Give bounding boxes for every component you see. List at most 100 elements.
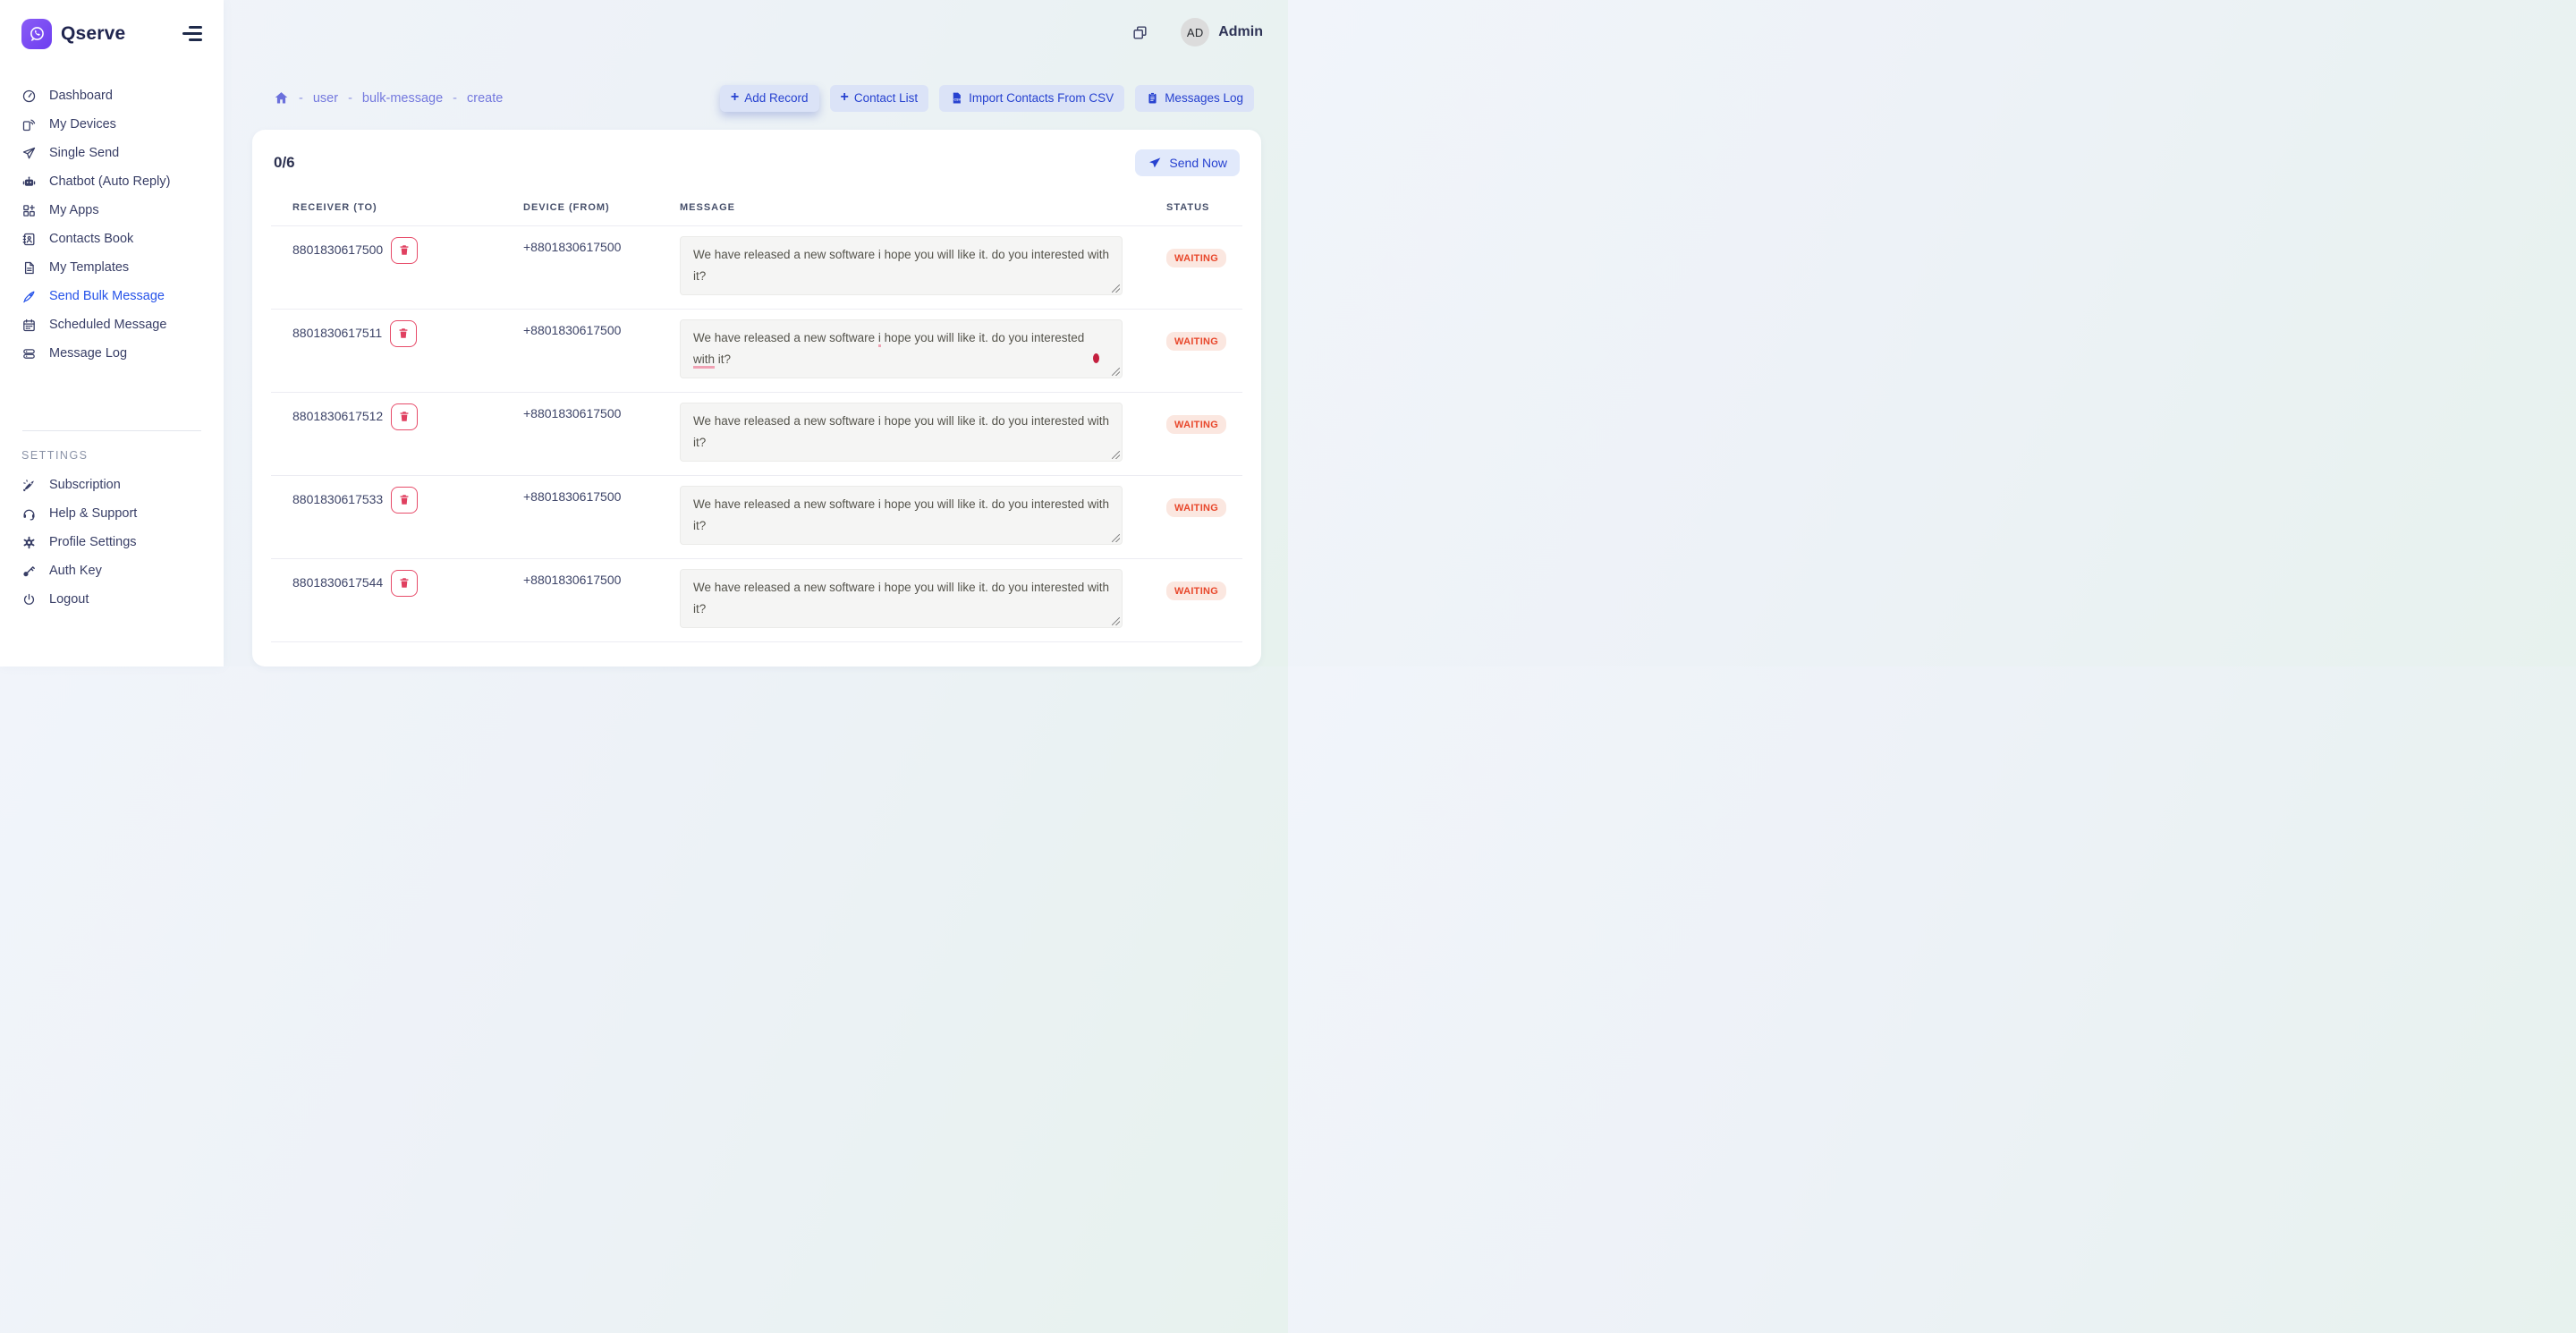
status-badge: WAITING [1166, 249, 1226, 267]
delete-row-button[interactable] [391, 487, 418, 514]
resize-grip[interactable] [1112, 617, 1120, 625]
sidebar-item-chatbot[interactable]: Chatbot (Auto Reply) [0, 167, 224, 196]
plus-icon: + [841, 90, 849, 105]
breadcrumb-bulk-message[interactable]: bulk-message [362, 91, 443, 106]
plus-icon: + [731, 90, 739, 105]
send-icon [1148, 156, 1162, 170]
resize-grip[interactable] [1112, 284, 1120, 293]
messages-log-button[interactable]: Messages Log [1135, 85, 1254, 112]
delete-row-button[interactable] [390, 320, 417, 347]
topbar: AD Admin [224, 0, 1288, 65]
resize-grip[interactable] [1112, 534, 1120, 542]
sidebar-header: Qserve [0, 0, 224, 67]
receiver-number: 8801830617512 [292, 406, 383, 426]
device-number: +8801830617500 [523, 573, 621, 587]
sidebar-item-dashboard[interactable]: Dashboard [0, 81, 224, 110]
table-header-row: RECEIVER (TO) DEVICE (FROM) MESSAGE STAT… [271, 191, 1242, 226]
user-name: Admin [1218, 24, 1263, 40]
sidebar-item-scheduled-message[interactable]: Scheduled Message [0, 310, 224, 339]
settings-section-label: SETTINGS [0, 431, 224, 465]
apps-grid-icon [21, 203, 37, 218]
rocket-icon [21, 289, 37, 304]
sidebar-item-single-send[interactable]: Single Send [0, 139, 224, 167]
home-icon[interactable] [274, 90, 289, 106]
status-badge: WAITING [1166, 582, 1226, 600]
avatar[interactable]: AD [1181, 18, 1209, 47]
message-textarea[interactable]: We have released a new software i hope y… [680, 403, 1123, 462]
status-badge: WAITING [1166, 332, 1226, 351]
sidebar-item-send-bulk-message[interactable]: Send Bulk Message [0, 282, 224, 310]
action-buttons: + Add Record + Contact List CSV Import C… [720, 85, 1254, 112]
trash-icon [397, 327, 410, 340]
receiver-number: 8801830617533 [292, 489, 383, 509]
delete-row-button[interactable] [391, 403, 418, 430]
whatsapp-logo-icon [21, 19, 52, 49]
device-number: +8801830617500 [523, 406, 621, 420]
sidebar-item-contacts-book[interactable]: Contacts Book [0, 225, 224, 253]
col-message: MESSAGE [680, 202, 1166, 213]
devices-icon [21, 117, 37, 132]
message-textarea[interactable]: We have released a new software i hope y… [680, 236, 1123, 295]
message-textarea[interactable]: We have released a new software i hope y… [680, 486, 1123, 545]
app-root: Qserve Dashboard My Devices Single Send … [0, 0, 1288, 666]
status-badge: WAITING [1166, 498, 1226, 517]
brand-name: Qserve [61, 23, 125, 45]
trash-icon [398, 493, 411, 506]
progress-counter: 0/6 [274, 154, 295, 172]
table-row: 8801830617544 +8801830617500 We have rel… [271, 559, 1242, 642]
trash-icon [398, 410, 411, 423]
csv-file-icon: CSV [950, 91, 963, 105]
gear-icon [21, 535, 37, 550]
contact-list-button[interactable]: + Contact List [830, 85, 929, 112]
bulk-message-card: 0/6 Send Now RECEIVER (TO) DEVICE (FROM)… [252, 130, 1261, 666]
resize-grip[interactable] [1112, 451, 1120, 459]
resize-grip[interactable] [1112, 368, 1120, 376]
import-csv-button[interactable]: CSV Import Contacts From CSV [939, 85, 1124, 112]
table-row: 8801830617512 +8801830617500 We have rel… [271, 393, 1242, 476]
sidebar-item-my-devices[interactable]: My Devices [0, 110, 224, 139]
send-now-button[interactable]: Send Now [1135, 149, 1240, 176]
breadcrumb-create[interactable]: create [467, 91, 503, 106]
calendar-icon [21, 318, 37, 333]
message-textarea[interactable]: We have released a new software i hope y… [680, 569, 1123, 628]
device-number: +8801830617500 [523, 240, 621, 254]
add-record-button[interactable]: + Add Record [720, 85, 819, 112]
breadcrumb-user[interactable]: user [313, 91, 338, 106]
sidebar-item-help-support[interactable]: Help & Support [0, 499, 224, 528]
device-number: +8801830617500 [523, 489, 621, 504]
sidebar-item-message-log[interactable]: Message Log [0, 339, 224, 368]
template-file-icon [21, 260, 37, 276]
clipboard-icon [1146, 91, 1159, 105]
message-log-icon [21, 346, 37, 361]
status-badge: WAITING [1166, 415, 1226, 434]
sidebar-item-logout[interactable]: Logout [0, 585, 224, 614]
trash-icon [398, 576, 411, 590]
card-header: 0/6 Send Now [252, 130, 1261, 191]
sidebar-item-my-templates[interactable]: My Templates [0, 253, 224, 282]
svg-text:CSV: CSV [954, 98, 962, 101]
receiver-number: 8801830617544 [292, 573, 383, 592]
table-row: 8801830617500 +8801830617500 We have rel… [271, 226, 1242, 310]
receiver-number: 8801830617500 [292, 240, 383, 259]
breadcrumb: - user - bulk-message - create [274, 90, 503, 106]
sidebar-item-profile-settings[interactable]: Profile Settings [0, 528, 224, 556]
delete-row-button[interactable] [391, 570, 418, 597]
copy-icon[interactable] [1131, 24, 1148, 41]
sidebar-item-subscription[interactable]: Subscription [0, 471, 224, 499]
hamburger-menu-icon[interactable] [182, 26, 202, 41]
sidebar: Qserve Dashboard My Devices Single Send … [0, 0, 224, 666]
table-row: 8801830617533 +8801830617500 We have rel… [271, 476, 1242, 559]
toolbar-row: - user - bulk-message - create + Add Rec… [274, 85, 1254, 112]
delete-row-button[interactable] [391, 237, 418, 264]
receiver-number: 8801830617511 [292, 323, 382, 343]
power-icon [21, 592, 37, 607]
contacts-book-icon [21, 232, 37, 247]
sidebar-item-auth-key[interactable]: Auth Key [0, 556, 224, 585]
device-number: +8801830617500 [523, 323, 621, 337]
headset-icon [21, 506, 37, 522]
message-textarea[interactable]: We have released a new software i hope y… [680, 319, 1123, 378]
col-receiver: RECEIVER (TO) [292, 202, 523, 213]
recipients-table: RECEIVER (TO) DEVICE (FROM) MESSAGE STAT… [271, 191, 1242, 642]
sidebar-item-my-apps[interactable]: My Apps [0, 196, 224, 225]
table-body: 8801830617500 +8801830617500 We have rel… [271, 226, 1242, 642]
